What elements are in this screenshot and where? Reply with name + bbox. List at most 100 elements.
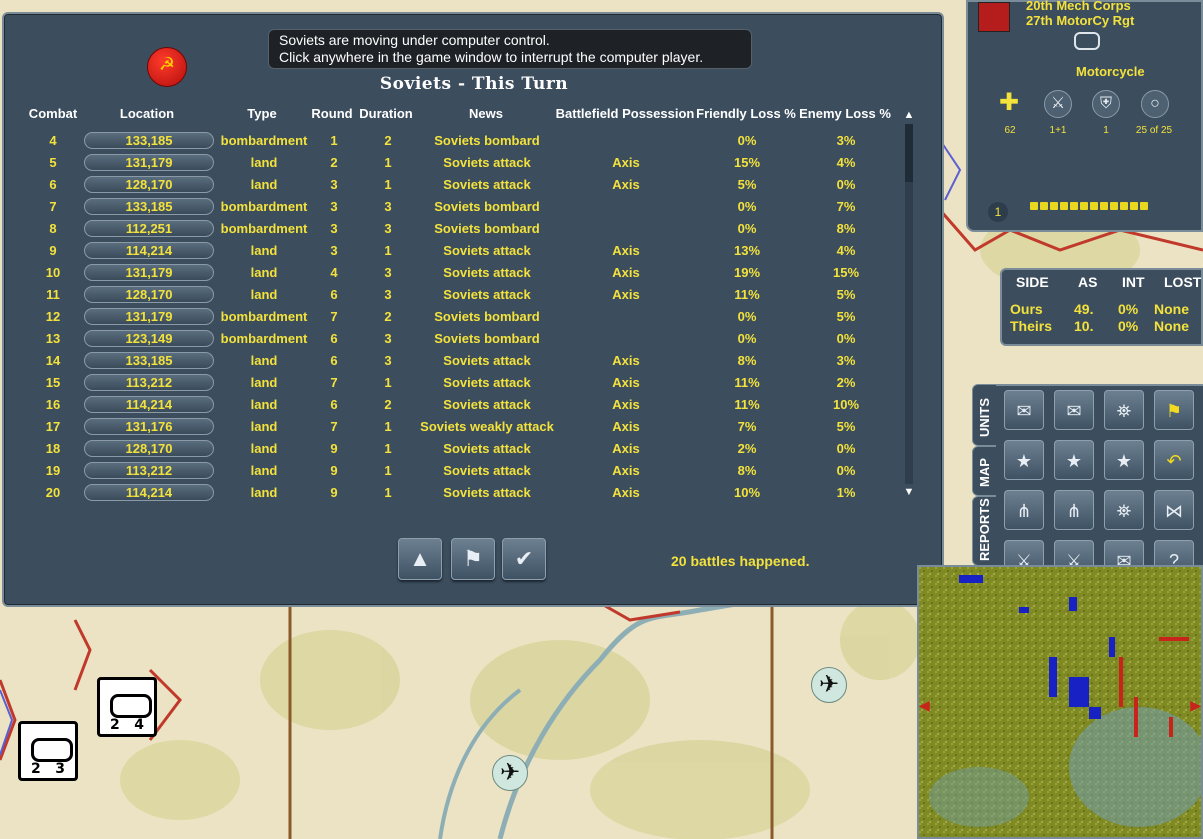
combat-duration: 3: [384, 221, 392, 236]
unit-portrait-icon[interactable]: [978, 2, 1010, 32]
location-button[interactable]: 133,185: [84, 352, 214, 369]
table-row[interactable]: 113,212 15 land 7 1 Soviets attack Axis 11% 2%: [4, 373, 904, 395]
location-button[interactable]: 113,212: [84, 374, 214, 391]
scroll-thumb[interactable]: [905, 124, 913, 182]
col-possession[interactable]: Battlefield Possession: [556, 106, 695, 121]
col-combat[interactable]: Combat: [29, 106, 77, 121]
oob-button[interactable]: ⋔: [1054, 490, 1094, 530]
table-row[interactable]: 112,251 8 bombardment 3 3 Soviets bombard 0% 8%: [4, 219, 904, 241]
table-row[interactable]: 114,214 20 land 9 1 Soviets attack Axis 10% 1%: [4, 483, 904, 505]
enemy-loss: 0%: [836, 177, 856, 192]
scroll-top-button[interactable]: ▲: [398, 538, 442, 580]
location-button[interactable]: 113,212: [84, 462, 214, 479]
location-button[interactable]: 123,149: [84, 330, 214, 347]
computer-control-notice[interactable]: Soviets are moving under computer contro…: [268, 29, 752, 69]
location-button[interactable]: 131,179: [84, 154, 214, 171]
hdr-side: SIDE: [1016, 274, 1049, 290]
enemy-loss: 5%: [836, 419, 856, 434]
scroll-down-icon[interactable]: ▼: [901, 485, 917, 499]
col-news[interactable]: News: [469, 106, 503, 121]
combat-news: Soviets attack: [443, 375, 531, 390]
table-row[interactable]: 131,179 10 land 4 3 Soviets attack Axis 19% 15%: [4, 263, 904, 285]
col-enemy-loss[interactable]: Enemy Loss %: [799, 106, 891, 121]
table-row[interactable]: 133,185 14 land 6 3 Soviets attack Axis 8% 3%: [4, 351, 904, 373]
minimap[interactable]: ◀ ▶: [917, 565, 1203, 839]
table-row[interactable]: 133,185 7 bombardment 3 3 Soviets bombard 0% 7%: [4, 197, 904, 219]
unit-counter[interactable]: 2 4: [97, 677, 157, 737]
notice-line-2: Click anywhere in the game window to int…: [279, 49, 704, 65]
location-button[interactable]: 114,214: [84, 396, 214, 413]
combat-round: 7: [330, 309, 338, 324]
table-row[interactable]: 131,176 17 land 7 1 Soviets weakly attack Axis…: [4, 417, 904, 439]
notice-line-1: Soviets are moving under computer contro…: [279, 32, 550, 48]
table-row[interactable]: 128,170 6 land 3 1 Soviets attack Axis 5% 0%: [4, 175, 904, 197]
combat-type: land: [250, 177, 278, 192]
location-button[interactable]: 128,170: [84, 286, 214, 303]
minimap-scroll-left-icon[interactable]: ◀: [919, 697, 930, 714]
battlefield-possession: Axis: [612, 485, 640, 500]
combat-type: bombardment: [220, 221, 308, 236]
combat-round: 6: [330, 287, 338, 302]
location-button[interactable]: 131,179: [84, 264, 214, 281]
flag-button[interactable]: ⚑: [451, 538, 495, 580]
table-row[interactable]: 114,214 9 land 3 1 Soviets attack Axis 13% 4%: [4, 241, 904, 263]
location-button[interactable]: 133,185: [84, 132, 214, 149]
disband-button[interactable]: ⋈: [1154, 490, 1194, 530]
combat-number: 4: [49, 133, 57, 148]
attack-value: 2: [31, 761, 41, 777]
org-chart-button[interactable]: ⋔: [1004, 490, 1044, 530]
table-row[interactable]: 114,214 16 land 6 2 Soviets attack Axis 11% 10%: [4, 395, 904, 417]
combat-report-dialog: ☭ COMBAT REPORTS Soviets - This Turn Com…: [2, 12, 944, 607]
combat-number: 15: [45, 375, 61, 390]
table-row[interactable]: 123,149 13 bombardment 6 3 Soviets bombard 0% 0…: [4, 329, 904, 351]
friendly-loss: 0%: [737, 199, 757, 214]
table-row[interactable]: 133,185 4 bombardment 1 2 Soviets bombard 0% 3%: [4, 131, 904, 153]
ok-button[interactable]: ✔: [502, 538, 546, 580]
table-row[interactable]: 128,170 18 land 9 1 Soviets attack Axis 2% 0%: [4, 439, 904, 461]
friendly-loss: 11%: [734, 375, 760, 390]
scroll-up-icon[interactable]: ▲: [901, 108, 917, 122]
location-button[interactable]: 133,185: [84, 198, 214, 215]
col-round[interactable]: Round: [311, 106, 352, 121]
reserve-button[interactable]: ⛯: [1104, 490, 1144, 530]
location-button[interactable]: 131,179: [84, 308, 214, 325]
combat-round: 1: [330, 133, 338, 148]
table-row[interactable]: 113,212 19 land 9 1 Soviets attack Axis 8% 0%: [4, 461, 904, 483]
battlefield-possession: Axis: [612, 243, 640, 258]
location-button[interactable]: 114,214: [84, 484, 214, 501]
battlefield-possession: Axis: [612, 177, 640, 192]
table-row[interactable]: 131,179 5 land 2 1 Soviets attack Axis 15% 4%: [4, 153, 904, 175]
prev-leader-button[interactable]: ★: [1004, 440, 1044, 480]
col-type[interactable]: Type: [247, 106, 276, 121]
col-friendly-loss[interactable]: Friendly Loss %: [696, 106, 796, 121]
location-button[interactable]: 131,176: [84, 418, 214, 435]
col-location[interactable]: Location: [120, 106, 174, 121]
location-button[interactable]: 114,214: [84, 242, 214, 259]
unit-next-button[interactable]: ✉: [1054, 390, 1094, 430]
motorcycle-icon: [1074, 32, 1100, 50]
col-duration[interactable]: Duration: [359, 106, 412, 121]
combat-round: 3: [330, 199, 338, 214]
unit-hq-button[interactable]: ⛯: [1104, 390, 1144, 430]
unit-counter[interactable]: 2 3: [18, 721, 78, 781]
airfield-icon[interactable]: ✈: [811, 667, 847, 703]
objective-flag-button[interactable]: ⚑: [1154, 390, 1194, 430]
location-button[interactable]: 128,170: [84, 440, 214, 457]
table-row[interactable]: 131,179 12 bombardment 7 2 Soviets bombard 0% 5…: [4, 307, 904, 329]
table-scrollbar[interactable]: ▲ ▼: [901, 108, 917, 499]
location-button[interactable]: 112,251: [84, 220, 214, 237]
table-row[interactable]: 128,170 11 land 6 3 Soviets attack Axis 11% 5%: [4, 285, 904, 307]
scroll-track[interactable]: [905, 124, 913, 484]
combat-news: Soviets attack: [443, 485, 531, 500]
undo-button[interactable]: ↶: [1154, 440, 1194, 480]
location-button[interactable]: 128,170: [84, 176, 214, 193]
combat-type: land: [250, 375, 278, 390]
battlefield-possession: Axis: [612, 375, 640, 390]
combat-duration: 3: [384, 199, 392, 214]
unit-prev-button[interactable]: ✉: [1004, 390, 1044, 430]
combat-value: 1+1: [1049, 125, 1067, 136]
minimap-scroll-right-icon[interactable]: ▶: [1190, 697, 1201, 714]
leader-button[interactable]: ★: [1104, 440, 1144, 480]
airfield-icon[interactable]: ✈: [492, 755, 528, 791]
next-leader-button[interactable]: ★: [1054, 440, 1094, 480]
